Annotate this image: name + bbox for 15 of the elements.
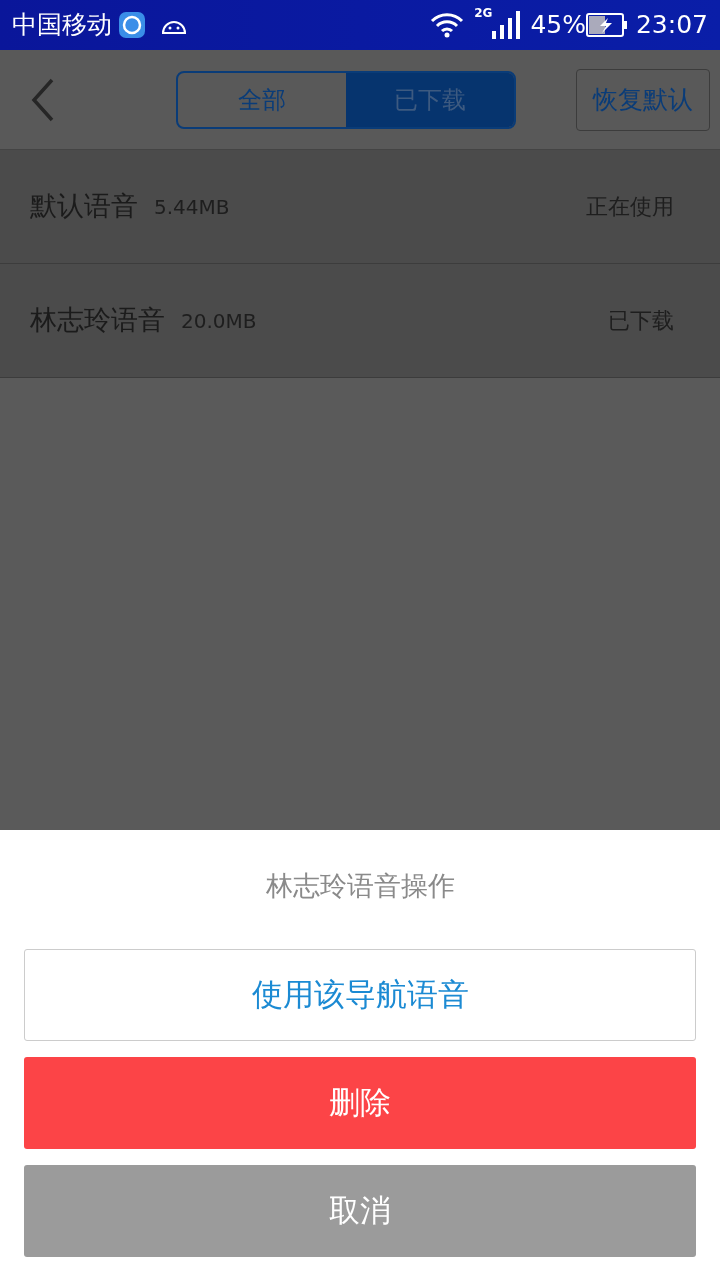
delete-button[interactable]: 删除	[24, 1056, 696, 1149]
reset-default-button[interactable]: 恢复默认	[576, 68, 710, 131]
app-logo-icon	[118, 11, 146, 39]
sheet-title: 林志玲语音操作	[264, 869, 456, 903]
battery-level: 45%	[530, 9, 586, 42]
carrier-name: 中国移动	[12, 9, 112, 42]
network-type: 2G	[474, 5, 493, 22]
use-voice-button[interactable]: 使用该导航语音	[24, 948, 696, 1041]
signal-icon	[492, 11, 521, 39]
segment-tab[interactable]: 全部	[178, 72, 346, 127]
clock: 23:07	[635, 9, 708, 42]
back-button[interactable]	[30, 77, 56, 122]
cancel-button[interactable]: 取消	[24, 1164, 696, 1257]
battery-charging-icon	[585, 13, 628, 37]
wifi-icon	[430, 12, 465, 38]
